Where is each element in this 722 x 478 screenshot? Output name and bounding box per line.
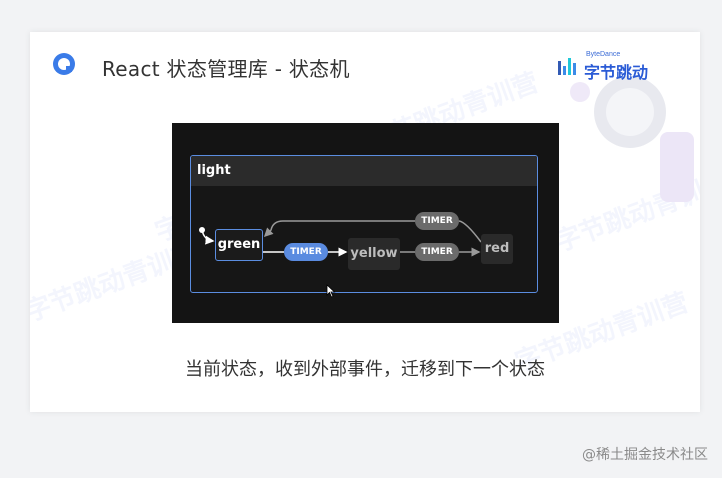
state-red[interactable]: red: [481, 234, 513, 264]
brand-en: ByteDance: [586, 51, 621, 58]
event-timer-green-yellow[interactable]: TIMER: [284, 243, 328, 261]
state-yellow[interactable]: yellow: [348, 238, 400, 270]
slide-title: React 状态管理库 - 状态机: [102, 57, 350, 81]
transition-arrows: [199, 220, 482, 257]
state-green[interactable]: green: [215, 229, 263, 261]
mouse-cursor-icon: [326, 284, 336, 298]
state-machine: light green yellow red TIMER TIMER TIMER: [190, 155, 538, 293]
event-timer-red-green[interactable]: TIMER: [415, 212, 459, 230]
astronaut-illustration: [570, 76, 694, 202]
bytedance-bars-icon: [558, 58, 576, 75]
slide-caption: 当前状态，收到外部事件，迁移到下一个状态: [185, 359, 545, 380]
app-logo-icon: [53, 53, 75, 75]
source-credit: @稀土掘金技术社区: [582, 447, 708, 463]
event-timer-yellow-red[interactable]: TIMER: [415, 243, 459, 261]
brand-logo: ByteDance 字节跳动: [558, 50, 678, 82]
statechart-diagram: light green yellow red TIMER TIMER TIMER: [172, 123, 559, 323]
slide: 字节跳动青训营 字节跳动青训营 字节跳动青训营 字节跳动青训营 字节跳动青训营 …: [30, 32, 700, 412]
brand-cn: 字节跳动: [584, 63, 649, 82]
